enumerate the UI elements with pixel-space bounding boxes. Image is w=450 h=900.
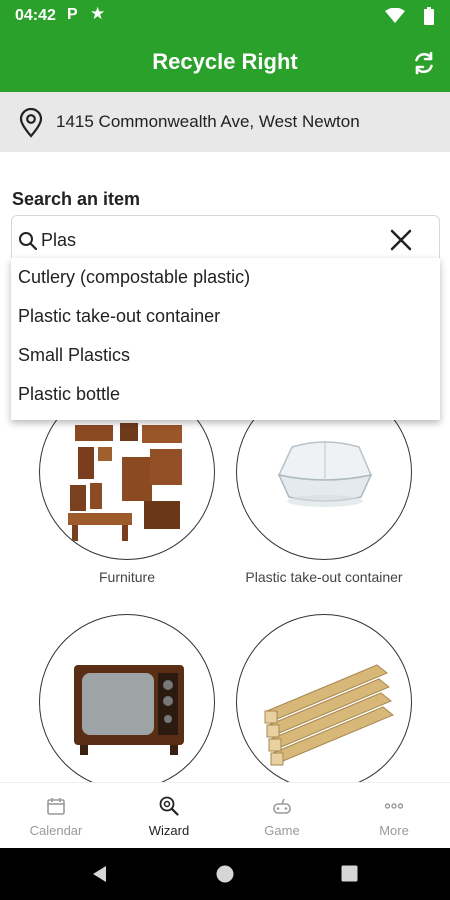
nav-more[interactable]: More (338, 783, 450, 849)
status-bar: 04:42 P ★ (0, 0, 450, 33)
search-label: Search an item (12, 189, 141, 209)
clear-search-icon[interactable] (389, 228, 413, 252)
suggestion-item[interactable]: Small Plastics (11, 336, 440, 375)
item-grid: Furniture Plastic take-out container (0, 420, 450, 782)
game-icon (273, 798, 291, 814)
back-icon[interactable] (92, 865, 108, 883)
battery-icon (424, 7, 434, 25)
item-label: Plastic take-out container (245, 569, 403, 585)
search-box[interactable] (11, 215, 440, 263)
star-notification-icon: ★ (90, 4, 106, 23)
furniture-image (39, 420, 215, 560)
address-text: 1415 Commonwealth Ave, West Newton (56, 112, 360, 131)
parking-notification-icon: P (67, 6, 78, 23)
status-time: 04:42 (15, 7, 56, 24)
television-image (39, 614, 215, 782)
suggestion-item[interactable]: Cutlery (compostable plastic) (11, 258, 440, 297)
nav-calendar[interactable]: Calendar (0, 783, 112, 849)
system-nav-bar (0, 848, 450, 900)
suggestion-item[interactable]: Plastic bottle (11, 375, 440, 414)
app-title: Recycle Right (152, 49, 298, 74)
wifi-icon (385, 8, 405, 23)
bottom-nav: Calendar Wizard Game More (0, 782, 450, 848)
plastic-container-image (236, 420, 412, 560)
recents-icon[interactable] (341, 865, 358, 882)
refresh-icon[interactable] (410, 49, 438, 77)
calendar-icon (47, 798, 65, 815)
item-label: Furniture (98, 569, 156, 585)
nav-label: Wizard (148, 823, 190, 838)
search-input[interactable] (41, 228, 371, 252)
location-pin-icon (19, 108, 43, 138)
nav-label: Calendar (29, 823, 83, 838)
more-icon (384, 803, 404, 809)
lumber-image (236, 614, 412, 782)
suggestion-item[interactable]: Plastic take-out container (11, 297, 440, 336)
nav-label: Game (264, 823, 300, 838)
app-bar: Recycle Right (0, 33, 450, 92)
nav-wizard[interactable]: Wizard (113, 783, 225, 849)
wizard-icon (159, 796, 179, 816)
address-bar[interactable]: 1415 Commonwealth Ave, West Newton (0, 92, 450, 152)
nav-game[interactable]: Game (226, 783, 338, 849)
search-suggestions: Cutlery (compostable plastic) Plastic ta… (11, 258, 440, 420)
nav-label: More (379, 823, 409, 838)
search-icon (19, 232, 38, 251)
home-icon[interactable] (215, 864, 235, 884)
